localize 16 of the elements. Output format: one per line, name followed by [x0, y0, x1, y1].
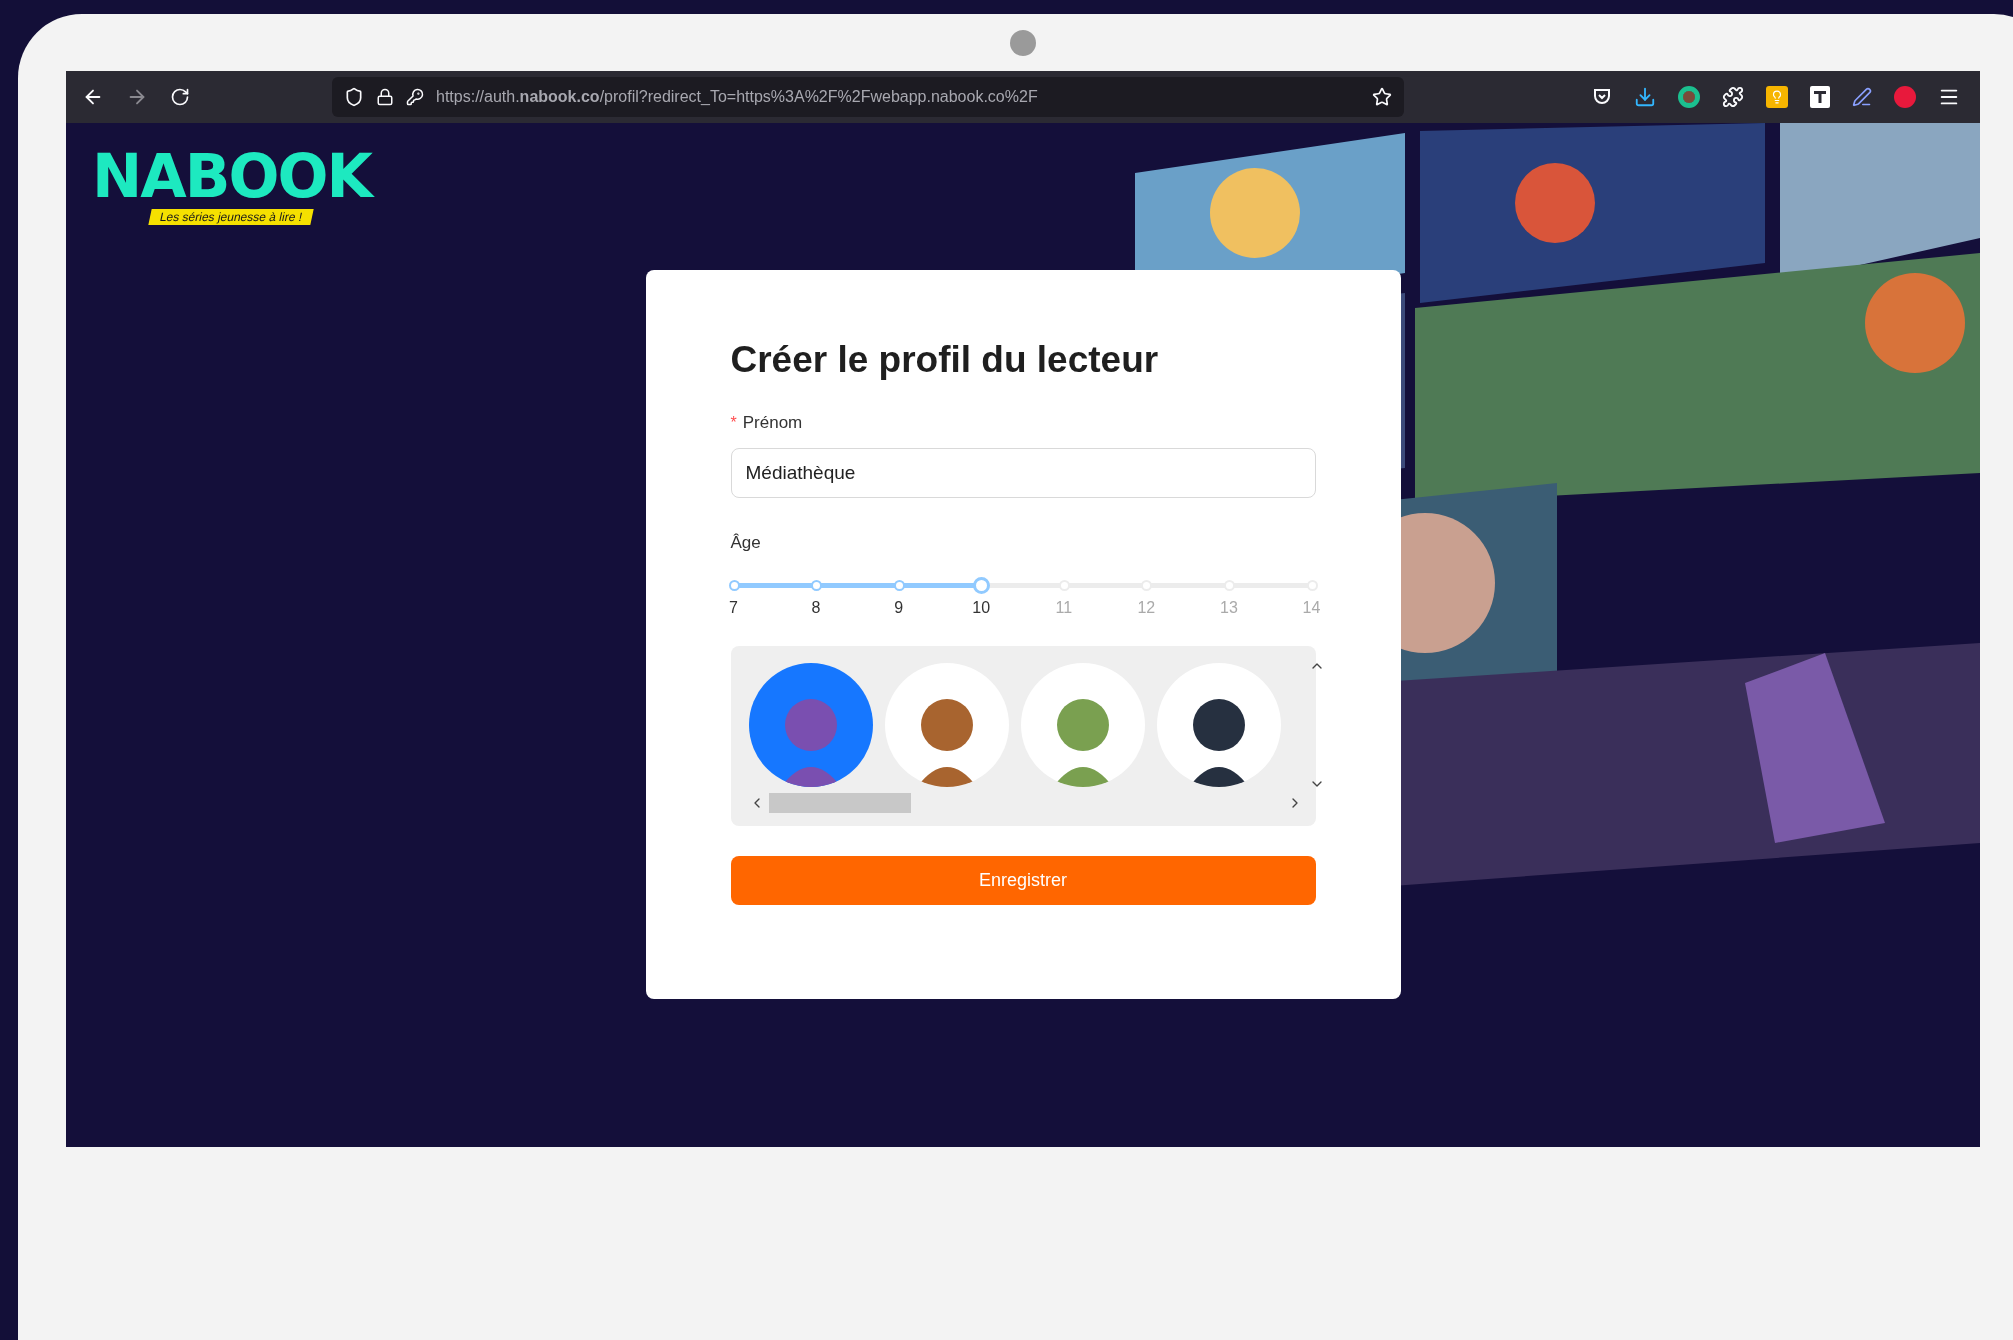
slider-mark-label: 8 — [811, 598, 821, 618]
slider-mark-label: 14 — [1302, 598, 1321, 618]
name-input-field[interactable]: Médiathèque — [730, 447, 1316, 498]
field-label: Prénom — [742, 412, 803, 434]
form-title: Créer le profil du lecteur — [730, 338, 1160, 382]
slider-mark-label: 10 — [972, 598, 991, 618]
slider-mark-label: 9 — [894, 598, 904, 618]
address-bar[interactable]: https://auth.nabook.co/profil?redirect_To=https%3A%2F%2Fwebapp.nabook.co%2F — [332, 77, 1404, 117]
slider-mark-label: 12 — [1137, 598, 1156, 618]
slider-mark-label: 7 — [729, 598, 738, 618]
slider-mark-label: 13 — [1220, 598, 1238, 618]
slider-mark-label: 11 — [1055, 598, 1073, 618]
logo-tagline: Les séries jeunesse à lire ! — [148, 209, 315, 225]
field-label: Âge — [730, 531, 762, 554]
url-text: https://auth.nabook.co/profil?redirect_To=https%3A%2F%2Fwebapp.nabook.co%2F — [436, 87, 1038, 107]
required-mark: * — [730, 412, 737, 433]
